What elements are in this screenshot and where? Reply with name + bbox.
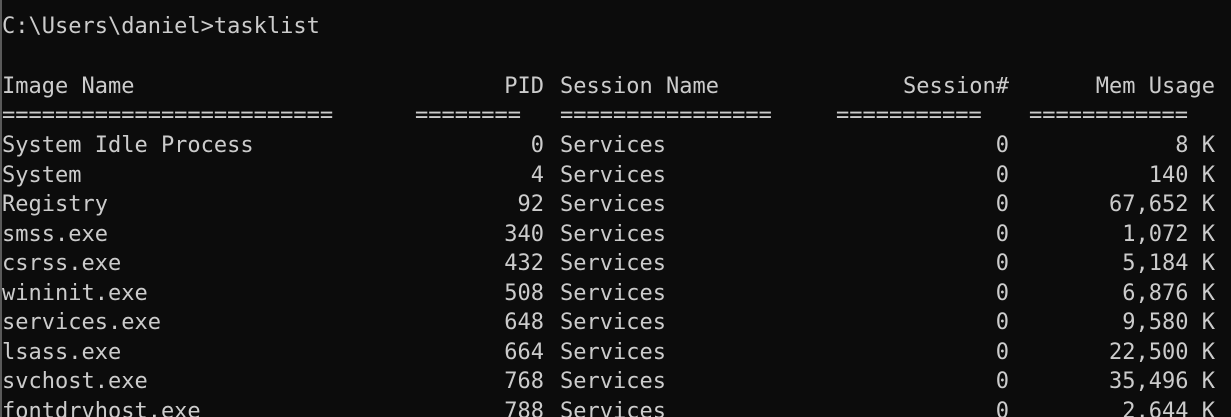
separator-pid: ========	[415, 103, 521, 128]
cell-session-name: Services	[560, 162, 666, 188]
cell-pid: 432	[504, 251, 544, 276]
table-header: Image Name PID Session Name Session# Mem…	[2, 72, 1215, 102]
separator-image-name: =========================	[2, 103, 334, 128]
cell-session-number: 0	[995, 339, 1009, 365]
separator-session-name: ================	[560, 103, 772, 128]
header-pid: PID	[504, 74, 544, 99]
cell-mem-usage: 8 K	[1175, 133, 1215, 158]
cell-image-name: svchost.exe	[2, 369, 148, 394]
cell-session-name: Services	[560, 398, 666, 417]
cell-session-name: Services	[560, 133, 666, 158]
cell-image-name: smss.exe	[2, 221, 108, 247]
separator-mem-usage: ============	[1029, 103, 1188, 128]
cell-mem-usage: 67,652 K	[1109, 192, 1215, 217]
cell-mem-usage: 9,580 K	[1122, 310, 1215, 335]
cell-image-name: fontdrvhost.exe	[2, 398, 201, 417]
cell-mem-usage: 140 K	[1148, 162, 1215, 188]
cell-session-name: Services	[560, 192, 666, 217]
cell-pid: 0	[530, 133, 544, 158]
cell-pid: 664	[504, 339, 544, 365]
cell-mem-usage: 35,496 K	[1109, 369, 1215, 394]
cell-session-name: Services	[560, 221, 666, 247]
cell-pid: 768	[504, 369, 544, 394]
table-separator: ========================= ======== =====…	[2, 101, 1188, 131]
console-window[interactable]: C:\Users\daniel>tasklist Image Name PID …	[0, 0, 1231, 417]
separator-session-number: ===========	[836, 103, 982, 128]
header-session-number: Session#	[903, 74, 1009, 99]
prompt-text: C:\Users\daniel>tasklist	[2, 14, 320, 39]
cell-mem-usage: 6,876 K	[1122, 280, 1215, 306]
cell-session-number: 0	[995, 192, 1009, 217]
cell-session-number: 0	[995, 221, 1009, 247]
cell-image-name: services.exe	[2, 310, 161, 335]
cell-mem-usage: 5,184 K	[1122, 251, 1215, 276]
cell-pid: 92	[517, 192, 545, 217]
cell-session-number: 0	[995, 369, 1009, 394]
cell-session-number: 0	[995, 280, 1009, 306]
header-mem-usage: Mem Usage	[1095, 74, 1215, 99]
cell-pid: 4	[530, 162, 544, 188]
cell-image-name: wininit.exe	[2, 280, 148, 306]
cell-image-name: System	[2, 162, 82, 188]
cell-session-name: Services	[560, 280, 666, 306]
cell-image-name: csrss.exe	[2, 251, 122, 276]
cell-image-name: Registry	[2, 192, 108, 217]
cell-session-number: 0	[995, 162, 1009, 188]
cell-pid: 508	[504, 280, 544, 306]
cell-pid: 648	[504, 310, 544, 335]
cell-mem-usage: 22,500 K	[1109, 339, 1215, 365]
cell-session-number: 0	[995, 398, 1009, 417]
cell-session-name: Services	[560, 339, 666, 365]
cell-pid: 788	[504, 398, 544, 417]
command-prompt-line: C:\Users\daniel>tasklist	[2, 12, 320, 42]
header-image-name: Image Name	[2, 74, 135, 99]
header-session-name: Session Name	[560, 74, 719, 99]
cell-session-number: 0	[995, 310, 1009, 335]
cell-session-number: 0	[995, 251, 1009, 276]
cell-mem-usage: 1,072 K	[1122, 221, 1215, 247]
cell-pid: 340	[504, 221, 544, 247]
cell-image-name: System Idle Process	[2, 133, 254, 158]
cell-session-number: 0	[995, 133, 1009, 158]
cell-session-name: Services	[560, 251, 666, 276]
cell-session-name: Services	[560, 310, 666, 335]
cell-session-name: Services	[560, 369, 666, 394]
cell-image-name: lsass.exe	[2, 339, 122, 365]
cell-mem-usage: 2,644 K	[1122, 398, 1215, 417]
